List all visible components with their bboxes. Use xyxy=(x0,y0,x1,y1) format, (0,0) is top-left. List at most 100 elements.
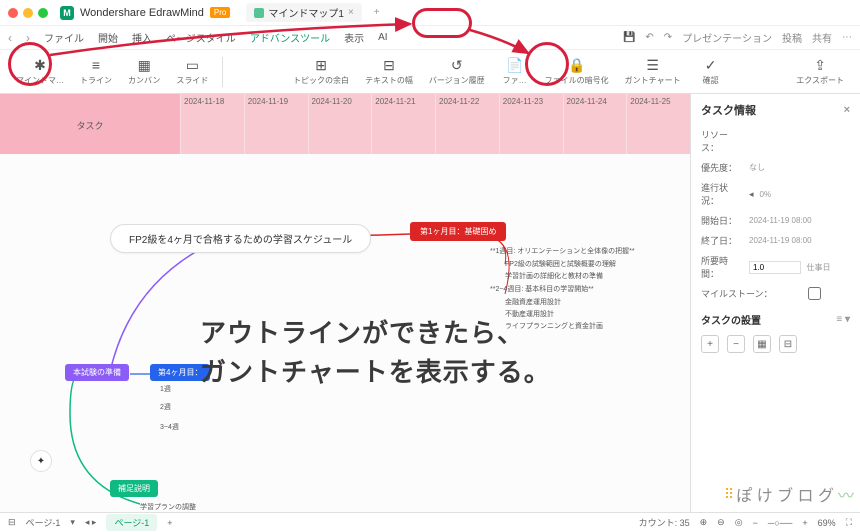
status-icon[interactable]: ⊕ xyxy=(700,517,708,528)
mindmap-icon: ✱ xyxy=(32,57,48,73)
status-bar: ⊟ ページ-1 ▾ ◂ ▸ ページ-1 + カウント: 35 ⊕ ⊖ ◎ −─○… xyxy=(0,512,860,532)
end-date-input[interactable]: 2024-11-19 08:00 xyxy=(749,236,850,245)
add-tab-button[interactable]: + xyxy=(374,7,380,18)
menu-view[interactable]: 表示 xyxy=(344,30,364,45)
maximize-window-icon[interactable] xyxy=(38,8,48,18)
outline-icon: ≡ xyxy=(88,57,104,73)
start-date-input[interactable]: 2024-11-19 08:00 xyxy=(749,216,850,225)
node-sub[interactable]: 学習計画の詳細化と教材の準備 xyxy=(505,271,603,281)
gantt-date: 2024-11-19 xyxy=(244,94,308,154)
gantt-date: 2024-11-18 xyxy=(180,94,244,154)
layout-remove-icon[interactable]: − xyxy=(727,335,745,353)
outline-toggle-icon[interactable]: ⊟ xyxy=(8,517,16,528)
tool-kanban[interactable]: ▦カンバン xyxy=(122,55,166,88)
node-sub[interactable]: 1週 xyxy=(160,384,171,394)
zoom-level[interactable]: 69% xyxy=(818,518,836,528)
presentation-button[interactable]: プレゼンテーション xyxy=(682,30,772,45)
task-info-panel: タスク情報 × リソース： 優先度：なし 進行状況：◂0% 開始日：2024-1… xyxy=(690,94,860,512)
page-tab[interactable]: ページ-1 xyxy=(106,514,157,531)
fullscreen-icon[interactable]: ⛶ xyxy=(846,517,852,528)
node-sub[interactable]: 3~4週 xyxy=(160,422,179,432)
save-icon[interactable]: 💾 xyxy=(623,32,635,43)
node-sub[interactable]: 2週 xyxy=(160,402,171,412)
close-window-icon[interactable] xyxy=(8,8,18,18)
minimize-window-icon[interactable] xyxy=(23,8,33,18)
gantt-task-column: タスク xyxy=(0,94,180,154)
node-sub[interactable]: **2~4週目: 基本科目の学習開始** xyxy=(490,284,594,294)
close-icon[interactable]: × xyxy=(844,104,850,116)
menu-start[interactable]: 開始 xyxy=(98,30,118,45)
page-dropdown[interactable]: ページ-1 xyxy=(26,516,61,529)
section-title: タスクの設置 ≡ ▾ xyxy=(701,312,850,327)
menu-insert[interactable]: 挿入 xyxy=(132,30,152,45)
menu-advanced-tools[interactable]: アドバンスツール xyxy=(250,30,330,45)
gantt-date: 2024-11-21 xyxy=(371,94,435,154)
node-supplement[interactable]: 補足説明 xyxy=(110,480,158,497)
add-page-button[interactable]: + xyxy=(167,518,172,528)
menu-ai[interactable]: AI xyxy=(378,32,387,43)
tool-file[interactable]: 📄ファ… xyxy=(495,55,535,88)
tool-confirm[interactable]: ✓確認 xyxy=(691,55,731,88)
tool-topic-blank[interactable]: ⊞トピックの余白 xyxy=(287,55,355,88)
tool-text-width[interactable]: ⊟テキストの幅 xyxy=(359,55,419,88)
tool-mindmap[interactable]: ✱マインドマ… xyxy=(10,55,70,88)
layout-add-icon[interactable]: + xyxy=(701,335,719,353)
nav-forward-icon[interactable]: › xyxy=(26,31,30,45)
layout-grid-icon[interactable]: ▦ xyxy=(753,335,771,353)
document-tab[interactable]: マインドマップ1 × xyxy=(246,3,361,22)
gantt-date: 2024-11-20 xyxy=(308,94,372,154)
node-sub[interactable]: 金融資産運用設計 xyxy=(505,297,561,307)
gantt-date: 2024-11-25 xyxy=(626,94,690,154)
tool-export[interactable]: ⇪エクスポート xyxy=(790,55,850,88)
tool-outline[interactable]: ≡トライン xyxy=(74,55,118,88)
node-sub[interactable]: 学習プランの調整 xyxy=(140,502,196,512)
lock-icon: 🔒 xyxy=(569,57,585,73)
tab-label: マインドマップ1 xyxy=(268,5,344,20)
ai-assistant-button[interactable]: ✦ xyxy=(30,450,52,472)
more-icon[interactable]: ⋯ xyxy=(842,32,852,43)
gantt-date: 2024-11-24 xyxy=(563,94,627,154)
menubar: ‹ › ファイル 開始 挿入 ページスタイル アドバンスツール 表示 AI 💾 … xyxy=(0,26,860,50)
history-icon: ↺ xyxy=(449,57,465,73)
menu-page-style[interactable]: ページスタイル xyxy=(166,30,236,45)
traffic-lights xyxy=(8,8,48,18)
gantt-dates: 2024-11-18 2024-11-19 2024-11-20 2024-11… xyxy=(180,94,690,154)
menu-file[interactable]: ファイル xyxy=(44,30,84,45)
root-topic[interactable]: FP2級を4ヶ月で合格するための学習スケジュール xyxy=(110,224,371,253)
status-icon[interactable]: ◎ xyxy=(735,517,743,528)
tool-gantt[interactable]: ☰ガントチャート xyxy=(619,55,687,88)
blank-icon: ⊞ xyxy=(313,57,329,73)
node-month1[interactable]: 第1ヶ月目：基礎固め xyxy=(410,222,506,241)
word-count: カウント: 35 xyxy=(639,516,690,529)
node-trial[interactable]: 本試験の準備 xyxy=(65,364,129,381)
redo-icon[interactable]: ↷ xyxy=(664,32,672,43)
nav-back-icon[interactable]: ‹ xyxy=(8,31,12,45)
milestone-checkbox[interactable] xyxy=(779,287,850,300)
slide-icon: ▭ xyxy=(184,57,200,73)
tab-close-icon[interactable]: × xyxy=(348,7,354,18)
status-icon[interactable]: ⊖ xyxy=(717,517,725,528)
tool-encrypt[interactable]: 🔒ファイルの暗号化 xyxy=(539,55,615,88)
node-sub[interactable]: FP2級の試験範囲と試験概要の理解 xyxy=(505,259,616,269)
export-icon: ⇪ xyxy=(812,57,828,73)
canvas[interactable]: タスク 2024-11-18 2024-11-19 2024-11-20 202… xyxy=(0,94,690,512)
text-width-icon: ⊟ xyxy=(381,57,397,73)
app-title: Wondershare EdrawMind xyxy=(80,7,204,19)
priority-select[interactable]: なし xyxy=(749,162,850,173)
field-label: 進行状況： xyxy=(701,181,743,207)
pro-badge: Pro xyxy=(210,7,230,18)
field-label: マイルストーン： xyxy=(701,287,773,300)
undo-icon[interactable]: ↶ xyxy=(645,32,653,43)
node-sub[interactable]: **1週目: オリエンテーションと全体像の把握** xyxy=(490,246,635,256)
watermark: ⠿ぽ け ブ ロ グ〰 xyxy=(724,482,854,506)
file-icon: 📄 xyxy=(507,57,523,73)
layout-split-icon[interactable]: ⊟ xyxy=(779,335,797,353)
publish-button[interactable]: 投稿 xyxy=(782,30,802,45)
kanban-icon: ▦ xyxy=(136,57,152,73)
share-button[interactable]: 共有 xyxy=(812,30,832,45)
duration-input[interactable] xyxy=(749,261,801,274)
tool-slide[interactable]: ▭スライド xyxy=(170,55,214,88)
progress-stepper[interactable]: ◂ xyxy=(749,189,754,200)
annotation-text: アウトラインができたら、 ガントチャートを表示する。 xyxy=(200,314,551,392)
tool-version-history[interactable]: ↺バージョン履歴 xyxy=(423,55,491,88)
